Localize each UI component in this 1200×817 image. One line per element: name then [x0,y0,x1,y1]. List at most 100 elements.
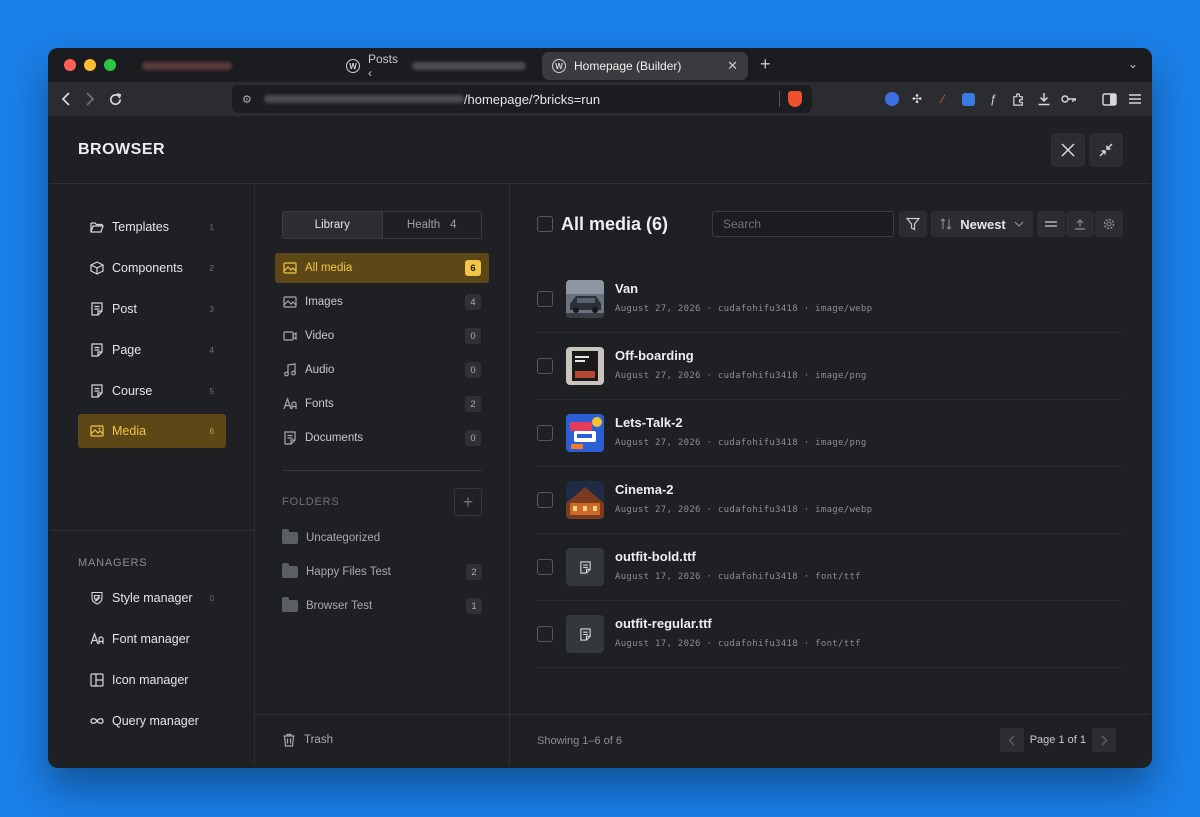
document-icon [91,384,103,398]
extension-icon[interactable]: ƒ [985,91,1001,107]
add-folder-button[interactable]: + [454,488,482,516]
trash-button[interactable]: Trash [282,733,333,747]
list-view-button[interactable] [1037,211,1065,237]
sidebar-toggle-icon[interactable] [1101,91,1117,107]
extension-icon[interactable] [884,91,900,107]
settings-button[interactable] [1095,211,1123,237]
category-video[interactable]: Video 0 [275,321,489,351]
list-view-icon [1045,221,1057,227]
sidebar-item-count: 5 [209,386,214,396]
layout-icon [90,673,104,687]
media-row[interactable]: Van August 27, 2026 · cudafohifu3418 · i… [537,266,1123,333]
row-checkbox[interactable] [537,559,553,575]
minimize-button[interactable] [1089,133,1123,167]
reload-icon[interactable] [105,89,125,109]
category-panel: Library Health 4 All media 6 Images 4 Vid… [255,184,510,766]
app-header: BROWSER [50,116,1150,184]
collapse-icon [1099,143,1113,157]
sidebar-item-style-manager[interactable]: Style manager 0 [78,581,226,615]
sidebar-item-templates[interactable]: Templates 1 [78,210,226,244]
forward-icon[interactable] [80,89,100,109]
extension-icon[interactable] [960,91,976,107]
close-button[interactable] [1051,133,1085,167]
key-icon[interactable] [1061,91,1077,107]
chevron-down-icon [1014,221,1024,227]
divider [282,470,482,471]
folder-icon [282,529,298,544]
sidebar-item-course[interactable]: Course 5 [78,374,226,408]
minimize-window-button[interactable] [84,59,96,71]
folder-count: 2 [466,564,482,580]
media-row[interactable]: Cinema-2 August 27, 2026 · cudafohifu341… [537,467,1123,534]
row-checkbox[interactable] [537,425,553,441]
tab-health[interactable]: Health 4 [383,212,482,238]
thumbnail-image [566,347,604,385]
media-row[interactable]: Off-boarding August 27, 2026 · cudafohif… [537,333,1123,400]
menu-icon[interactable] [1127,91,1143,107]
image-icon [283,296,297,308]
sidebar-item-count: 2 [209,263,214,273]
url-divider [779,91,780,107]
puzzle-icon[interactable] [1010,91,1026,107]
sidebar-item-query-manager[interactable]: Query manager [78,704,226,738]
document-icon [579,560,591,574]
prev-page-button[interactable] [999,728,1024,752]
media-row[interactable]: outfit-bold.ttf August 17, 2026 · cudafo… [537,534,1123,601]
extension-icon[interactable]: ✣ [909,91,925,107]
category-all-media[interactable]: All media 6 [275,253,489,283]
divider [50,530,254,531]
close-window-button[interactable] [64,59,76,71]
sidebar-item-icon-manager[interactable]: Icon manager [78,663,226,697]
sidebar-item-post[interactable]: Post 3 [78,292,226,326]
media-row[interactable]: Lets-Talk-2 August 27, 2026 · cudafohifu… [537,400,1123,467]
next-page-button[interactable] [1092,728,1116,752]
new-tab-icon[interactable]: + [760,54,771,75]
row-checkbox[interactable] [537,291,553,307]
sidebar-item-components[interactable]: Components 2 [78,251,226,285]
category-images[interactable]: Images 4 [275,287,489,317]
category-audio[interactable]: Audio 0 [275,355,489,385]
folder-open-icon [90,222,104,233]
row-checkbox[interactable] [537,358,553,374]
address-bar[interactable]: ⚙ /homepage/?bricks=run [232,85,812,113]
sort-select[interactable]: Newest [931,211,1033,237]
close-tab-icon[interactable]: ✕ [727,58,738,74]
filter-button[interactable] [899,211,927,237]
category-label: Video [305,330,335,342]
chevron-right-icon [1101,735,1107,745]
tab-posts[interactable]: W Posts ‹ [336,52,536,80]
brave-shield-icon[interactable] [788,91,802,107]
category-fonts[interactable]: Fonts 2 [275,389,489,419]
search-input[interactable]: Search [712,211,894,237]
blurred-domain [263,95,464,103]
site-settings-icon[interactable]: ⚙ [242,93,252,106]
back-icon[interactable] [56,89,76,109]
sidebar-item-label: Components [112,261,183,275]
sidebar-item-label: Style manager [112,591,193,605]
folder-item-happy-files-test[interactable]: Happy Files Test 2 [282,560,482,584]
sidebar-item-page[interactable]: Page 4 [78,333,226,367]
row-checkbox[interactable] [537,492,553,508]
folder-item-browser-test[interactable]: Browser Test 1 [282,594,482,618]
media-name: Lets-Talk-2 [615,415,683,430]
upload-button[interactable] [1066,211,1094,237]
music-icon [284,363,296,377]
tab-label: Health [406,219,441,231]
row-checkbox[interactable] [537,626,553,642]
media-row[interactable]: outfit-regular.ttf August 17, 2026 · cud… [537,601,1123,668]
trash-icon [283,733,295,747]
zoom-window-button[interactable] [104,59,116,71]
sidebar-item-font-manager[interactable]: Font manager [78,622,226,656]
category-label: Images [305,296,343,308]
folder-item-uncategorized[interactable]: Uncategorized [282,526,482,550]
sidebar-item-media[interactable]: Media 6 [78,414,226,448]
select-all-checkbox[interactable] [537,216,553,232]
download-icon[interactable] [1036,91,1052,107]
category-label: Fonts [305,398,334,410]
chevron-down-icon[interactable]: ⌄ [1128,57,1138,71]
category-documents[interactable]: Documents 0 [275,423,489,453]
tab-homepage-builder[interactable]: W Homepage (Builder) ✕ [542,52,748,80]
extension-icon[interactable]: ⁄ [935,91,951,107]
tab-blurred[interactable] [132,52,332,80]
tab-library[interactable]: Library [283,212,383,238]
